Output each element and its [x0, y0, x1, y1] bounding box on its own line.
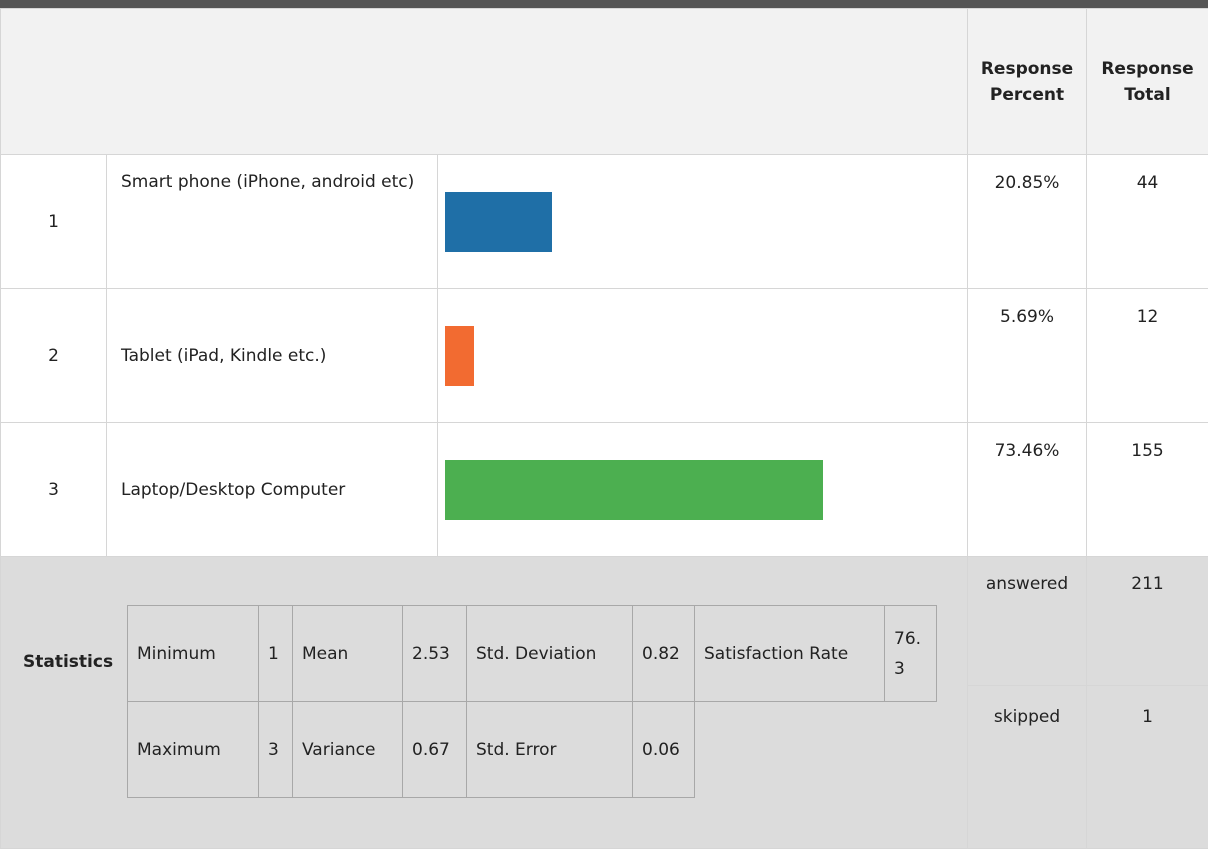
- bar-tablet: [445, 326, 474, 386]
- table-row: 2 Tablet (iPad, Kindle etc.) 5.69% 12: [1, 289, 1208, 423]
- row-percent: 20.85%: [968, 155, 1087, 289]
- bar-cell: [438, 289, 968, 423]
- statistics-cell: Statistics Minimum 1 Mean 2.53 Std. Devi…: [1, 557, 968, 849]
- table-row: 3 Laptop/Desktop Computer 73.46% 155: [1, 423, 1208, 557]
- response-percent-header: Response Percent: [968, 9, 1087, 155]
- response-total-header: Response Total: [1087, 9, 1208, 155]
- bar-laptop-desktop: [445, 460, 823, 520]
- row-label: Tablet (iPad, Kindle etc.): [107, 289, 438, 423]
- row-total: 155: [1087, 423, 1208, 557]
- std-error-label: Std. Error: [467, 702, 633, 798]
- statistics-row-2: Maximum 3 Variance 0.67 Std. Error 0.06: [128, 702, 937, 798]
- maximum-value: 3: [259, 702, 293, 798]
- header-blank: [1, 9, 968, 155]
- skipped-value: 1: [1087, 686, 1208, 849]
- row-label: Smart phone (iPhone, android etc): [107, 155, 438, 289]
- top-bar: [0, 0, 1208, 8]
- minimum-label: Minimum: [128, 606, 259, 702]
- empty-cell: [695, 702, 885, 798]
- row-label: Laptop/Desktop Computer: [107, 423, 438, 557]
- table-row: 1 Smart phone (iPhone, android etc) 20.8…: [1, 155, 1208, 289]
- row-percent: 73.46%: [968, 423, 1087, 557]
- answered-value: 211: [1087, 557, 1208, 686]
- statistics-table: Minimum 1 Mean 2.53 Std. Deviation 0.82 …: [127, 605, 937, 798]
- satisfaction-rate-label: Satisfaction Rate: [695, 606, 885, 702]
- row-index: 2: [1, 289, 107, 423]
- bar-smart-phone: [445, 192, 552, 252]
- maximum-label: Maximum: [128, 702, 259, 798]
- survey-results: Response Percent Response Total 1 Smart …: [0, 0, 1208, 762]
- row-index: 3: [1, 423, 107, 557]
- std-deviation-value: 0.82: [633, 606, 695, 702]
- statistics-label: Statistics: [23, 647, 123, 677]
- answered-label: answered: [968, 557, 1087, 686]
- skipped-label: skipped: [968, 686, 1087, 849]
- results-table: Response Percent Response Total 1 Smart …: [0, 8, 1208, 849]
- variance-label: Variance: [293, 702, 403, 798]
- row-percent: 5.69%: [968, 289, 1087, 423]
- header-row: Response Percent Response Total: [1, 9, 1208, 155]
- bar-cell: [438, 155, 968, 289]
- std-deviation-label: Std. Deviation: [467, 606, 633, 702]
- std-error-value: 0.06: [633, 702, 695, 798]
- variance-value: 0.67: [403, 702, 467, 798]
- satisfaction-rate-value: 76.3: [885, 606, 937, 702]
- empty-cell: [885, 702, 937, 798]
- row-index: 1: [1, 155, 107, 289]
- statistics-row: Statistics Minimum 1 Mean 2.53 Std. Devi…: [1, 557, 1208, 686]
- minimum-value: 1: [259, 606, 293, 702]
- bar-cell: [438, 423, 968, 557]
- mean-value: 2.53: [403, 606, 467, 702]
- statistics-row-1: Minimum 1 Mean 2.53 Std. Deviation 0.82 …: [128, 606, 937, 702]
- row-total: 44: [1087, 155, 1208, 289]
- mean-label: Mean: [293, 606, 403, 702]
- row-total: 12: [1087, 289, 1208, 423]
